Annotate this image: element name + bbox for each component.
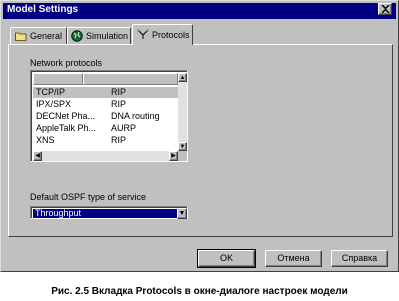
routing-protocol: RIP (111, 135, 127, 145)
tab-general[interactable]: General (10, 27, 67, 44)
title-bar[interactable]: Model Settings (3, 3, 396, 19)
list-item[interactable]: DECNet Pha... DNA routing (33, 111, 178, 122)
chevron-down-icon: ▼ (178, 210, 186, 217)
protocol-name: IPX/SPX (36, 99, 72, 109)
list-item[interactable]: AppleTalk Ph... AURP (33, 123, 178, 134)
scroll-down-button[interactable]: ▼ (178, 142, 187, 151)
routing-protocol: DNA routing (111, 111, 160, 121)
vertical-scrollbar[interactable]: ▲ ▼ (178, 73, 187, 151)
dropdown-button[interactable]: ▼ (177, 208, 187, 219)
routing-protocol: RIP (111, 99, 127, 109)
close-icon (381, 5, 390, 13)
list-item[interactable]: IPX/SPX RIP (33, 99, 178, 110)
protocol-name: XNS (36, 135, 55, 145)
column-header-routing[interactable] (83, 73, 178, 85)
protocol-name: AppleTalk Ph... (36, 123, 97, 133)
network-protocols-list[interactable]: TCP/IP RIP IPX/SPX RIP DECNet Pha... DNA… (30, 70, 188, 162)
scroll-right-button[interactable]: ▶ (169, 151, 178, 161)
ok-button[interactable]: OK (197, 249, 256, 268)
network-protocols-label: Network protocols (30, 58, 103, 68)
horizontal-scrollbar[interactable]: ◀ ▶ (33, 151, 178, 161)
column-header-protocol[interactable] (33, 73, 83, 85)
ospf-label: Default OSPF type of service (30, 192, 147, 202)
tab-protocols[interactable]: Protocols (132, 24, 193, 45)
scroll-left-button[interactable]: ◀ (33, 151, 42, 161)
cancel-button[interactable]: Отмена (265, 250, 322, 267)
protocol-name: DECNet Pha... (36, 111, 96, 121)
routing-protocol: RIP (111, 87, 127, 97)
list-item[interactable]: XNS RIP (33, 135, 178, 146)
ospf-selected-value: Throughput (33, 209, 177, 218)
close-button[interactable] (378, 3, 392, 15)
scroll-up-button[interactable]: ▲ (178, 73, 187, 82)
ospf-type-select[interactable]: Throughput ▼ (30, 206, 188, 219)
folder-icon (15, 32, 27, 41)
network-icon (137, 29, 149, 39)
tab-simulation[interactable]: Simulation (67, 27, 131, 44)
window-title: Model Settings (7, 4, 79, 15)
scrollbar-corner (178, 151, 187, 161)
tab-protocols-label: Protocols (152, 30, 190, 40)
help-button[interactable]: Справка (331, 250, 388, 267)
tab-general-label: General (30, 31, 63, 41)
tab-simulation-label: Simulation (86, 31, 129, 41)
protocol-name: TCP/IP (36, 87, 66, 97)
routing-protocol: AURP (111, 123, 137, 133)
figure-caption: Рис. 2.5 Вкладка Protocols в окне-диалог… (51, 286, 348, 297)
list-item[interactable]: TCP/IP RIP (33, 87, 178, 98)
globe-icon (71, 30, 83, 42)
